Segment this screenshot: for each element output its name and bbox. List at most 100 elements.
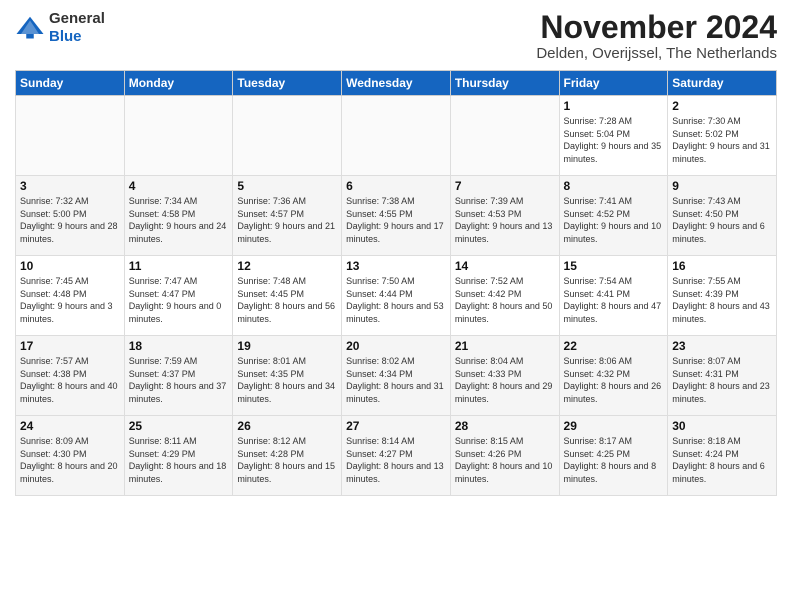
table-row: 26 Sunrise: 8:12 AM Sunset: 4:28 PM Dayli… — [233, 416, 342, 496]
day-info: Sunrise: 7:45 AM Sunset: 4:48 PM Dayligh… — [20, 275, 120, 325]
day-number: 5 — [237, 179, 337, 193]
header-sunday: Sunday — [16, 71, 125, 96]
month-title: November 2024 — [536, 10, 777, 45]
table-row — [450, 96, 559, 176]
table-row: 19 Sunrise: 8:01 AM Sunset: 4:35 PM Dayli… — [233, 336, 342, 416]
day-number: 1 — [564, 99, 664, 113]
day-number: 16 — [672, 259, 772, 273]
day-info: Sunrise: 8:07 AM Sunset: 4:31 PM Dayligh… — [672, 355, 772, 405]
logo-text: General Blue — [49, 10, 105, 46]
table-row: 18Sunrise: 7:59 AM Sunset: 4:37 PM Dayli… — [124, 336, 233, 416]
day-number: 19 — [237, 339, 337, 353]
calendar-table: Sunday Monday Tuesday Wednesday Thursday… — [15, 70, 777, 496]
day-info: Sunrise: 8:18 AM Sunset: 4:24 PM Dayligh… — [672, 435, 772, 485]
day-info: Sunrise: 7:28 AM Sunset: 5:04 PM Dayligh… — [564, 115, 664, 165]
day-info: Sunrise: 7:43 AM Sunset: 4:50 PM Dayligh… — [672, 195, 772, 245]
table-row — [342, 96, 451, 176]
day-info: Sunrise: 7:54 AM Sunset: 4:41 PM Dayligh… — [564, 275, 664, 325]
day-info: Sunrise: 8:11 AM Sunset: 4:29 PM Dayligh… — [129, 435, 229, 485]
day-number: 26 — [237, 419, 337, 433]
day-info: Sunrise: 8:06 AM Sunset: 4:32 PM Dayligh… — [564, 355, 664, 405]
day-info: Sunrise: 8:12 AM Sunset: 4:28 PM Dayligh… — [237, 435, 337, 485]
day-info: Sunrise: 8:01 AM Sunset: 4:35 PM Dayligh… — [237, 355, 337, 405]
day-info: Sunrise: 7:52 AM Sunset: 4:42 PM Dayligh… — [455, 275, 555, 325]
day-number: 8 — [564, 179, 664, 193]
day-number: 17 — [20, 339, 120, 353]
day-number: 13 — [346, 259, 446, 273]
table-row: 21 Sunrise: 8:04 AM Sunset: 4:33 PM Dayli… — [450, 336, 559, 416]
calendar-week-4: 17 Sunrise: 7:57 AM Sunset: 4:38 PM Dayli… — [16, 336, 777, 416]
day-info: Sunrise: 7:55 AM Sunset: 4:39 PM Dayligh… — [672, 275, 772, 325]
day-info: Sunrise: 8:14 AM Sunset: 4:27 PM Dayligh… — [346, 435, 446, 485]
table-row: 8 Sunrise: 7:41 AM Sunset: 4:52 PM Daylig… — [559, 176, 668, 256]
page: General Blue November 2024 Delden, Overi… — [0, 0, 792, 612]
day-number: 2 — [672, 99, 772, 113]
day-number: 14 — [455, 259, 555, 273]
day-info: Sunrise: 7:30 AM Sunset: 5:02 PM Dayligh… — [672, 115, 772, 165]
table-row: 30 Sunrise: 8:18 AM Sunset: 4:24 PM Dayli… — [668, 416, 777, 496]
day-number: 21 — [455, 339, 555, 353]
calendar-week-2: 3 Sunrise: 7:32 AM Sunset: 5:00 PM Daylig… — [16, 176, 777, 256]
table-row: 4Sunrise: 7:34 AM Sunset: 4:58 PM Daylig… — [124, 176, 233, 256]
table-row: 15 Sunrise: 7:54 AM Sunset: 4:41 PM Dayli… — [559, 256, 668, 336]
table-row: 14 Sunrise: 7:52 AM Sunset: 4:42 PM Dayli… — [450, 256, 559, 336]
day-info: Sunrise: 7:57 AM Sunset: 4:38 PM Dayligh… — [20, 355, 120, 405]
header: General Blue November 2024 Delden, Overi… — [15, 10, 777, 62]
calendar-week-1: 1 Sunrise: 7:28 AM Sunset: 5:04 PM Daylig… — [16, 96, 777, 176]
day-number: 27 — [346, 419, 446, 433]
day-info: Sunrise: 7:48 AM Sunset: 4:45 PM Dayligh… — [237, 275, 337, 325]
table-row: 25 Sunrise: 8:11 AM Sunset: 4:29 PM Dayli… — [124, 416, 233, 496]
table-row — [16, 96, 125, 176]
table-row: 16 Sunrise: 7:55 AM Sunset: 4:39 PM Dayli… — [668, 256, 777, 336]
logo: General Blue — [15, 10, 105, 46]
table-row: 3 Sunrise: 7:32 AM Sunset: 5:00 PM Daylig… — [16, 176, 125, 256]
table-row: 7Sunrise: 7:39 AM Sunset: 4:53 PM Daylig… — [450, 176, 559, 256]
day-number: 12 — [237, 259, 337, 273]
table-row: 11Sunrise: 7:47 AM Sunset: 4:47 PM Dayli… — [124, 256, 233, 336]
header-thursday: Thursday — [450, 71, 559, 96]
logo-blue: Blue — [49, 28, 105, 46]
table-row: 6Sunrise: 7:38 AM Sunset: 4:55 PM Daylig… — [342, 176, 451, 256]
day-info: Sunrise: 7:32 AM Sunset: 5:00 PM Dayligh… — [20, 195, 120, 245]
logo-general: General — [49, 10, 105, 28]
day-number: 11 — [129, 259, 229, 273]
day-info: Sunrise: 7:50 AM Sunset: 4:44 PM Dayligh… — [346, 275, 446, 325]
header-wednesday: Wednesday — [342, 71, 451, 96]
location-subtitle: Delden, Overijssel, The Netherlands — [536, 45, 777, 62]
table-row: 29 Sunrise: 8:17 AM Sunset: 4:25 PM Dayli… — [559, 416, 668, 496]
day-number: 18 — [129, 339, 229, 353]
table-row: 5Sunrise: 7:36 AM Sunset: 4:57 PM Daylig… — [233, 176, 342, 256]
calendar-week-5: 24Sunrise: 8:09 AM Sunset: 4:30 PM Dayli… — [16, 416, 777, 496]
day-info: Sunrise: 8:17 AM Sunset: 4:25 PM Dayligh… — [564, 435, 664, 485]
table-row: 13 Sunrise: 7:50 AM Sunset: 4:44 PM Dayli… — [342, 256, 451, 336]
table-row: 27 Sunrise: 8:14 AM Sunset: 4:27 PM Dayli… — [342, 416, 451, 496]
day-number: 15 — [564, 259, 664, 273]
day-number: 4 — [129, 179, 229, 193]
day-number: 20 — [346, 339, 446, 353]
day-number: 6 — [346, 179, 446, 193]
table-row: 12 Sunrise: 7:48 AM Sunset: 4:45 PM Dayli… — [233, 256, 342, 336]
day-number: 22 — [564, 339, 664, 353]
day-info: Sunrise: 8:15 AM Sunset: 4:26 PM Dayligh… — [455, 435, 555, 485]
day-number: 29 — [564, 419, 664, 433]
table-row — [124, 96, 233, 176]
table-row: 10 Sunrise: 7:45 AM Sunset: 4:48 PM Dayli… — [16, 256, 125, 336]
table-row: 1 Sunrise: 7:28 AM Sunset: 5:04 PM Daylig… — [559, 96, 668, 176]
day-info: Sunrise: 8:09 AM Sunset: 4:30 PM Dayligh… — [20, 435, 120, 485]
day-number: 7 — [455, 179, 555, 193]
table-row: 23 Sunrise: 8:07 AM Sunset: 4:31 PM Dayli… — [668, 336, 777, 416]
day-number: 25 — [129, 419, 229, 433]
day-number: 30 — [672, 419, 772, 433]
table-row: 17 Sunrise: 7:57 AM Sunset: 4:38 PM Dayli… — [16, 336, 125, 416]
day-info: Sunrise: 8:04 AM Sunset: 4:33 PM Dayligh… — [455, 355, 555, 405]
table-row: 22 Sunrise: 8:06 AM Sunset: 4:32 PM Dayli… — [559, 336, 668, 416]
table-row: 20Sunrise: 8:02 AM Sunset: 4:34 PM Dayli… — [342, 336, 451, 416]
day-info: Sunrise: 7:41 AM Sunset: 4:52 PM Dayligh… — [564, 195, 664, 245]
calendar-header-row: Sunday Monday Tuesday Wednesday Thursday… — [16, 71, 777, 96]
day-number: 3 — [20, 179, 120, 193]
calendar-week-3: 10 Sunrise: 7:45 AM Sunset: 4:48 PM Dayli… — [16, 256, 777, 336]
logo-icon — [15, 13, 45, 43]
day-number: 23 — [672, 339, 772, 353]
day-number: 10 — [20, 259, 120, 273]
header-saturday: Saturday — [668, 71, 777, 96]
